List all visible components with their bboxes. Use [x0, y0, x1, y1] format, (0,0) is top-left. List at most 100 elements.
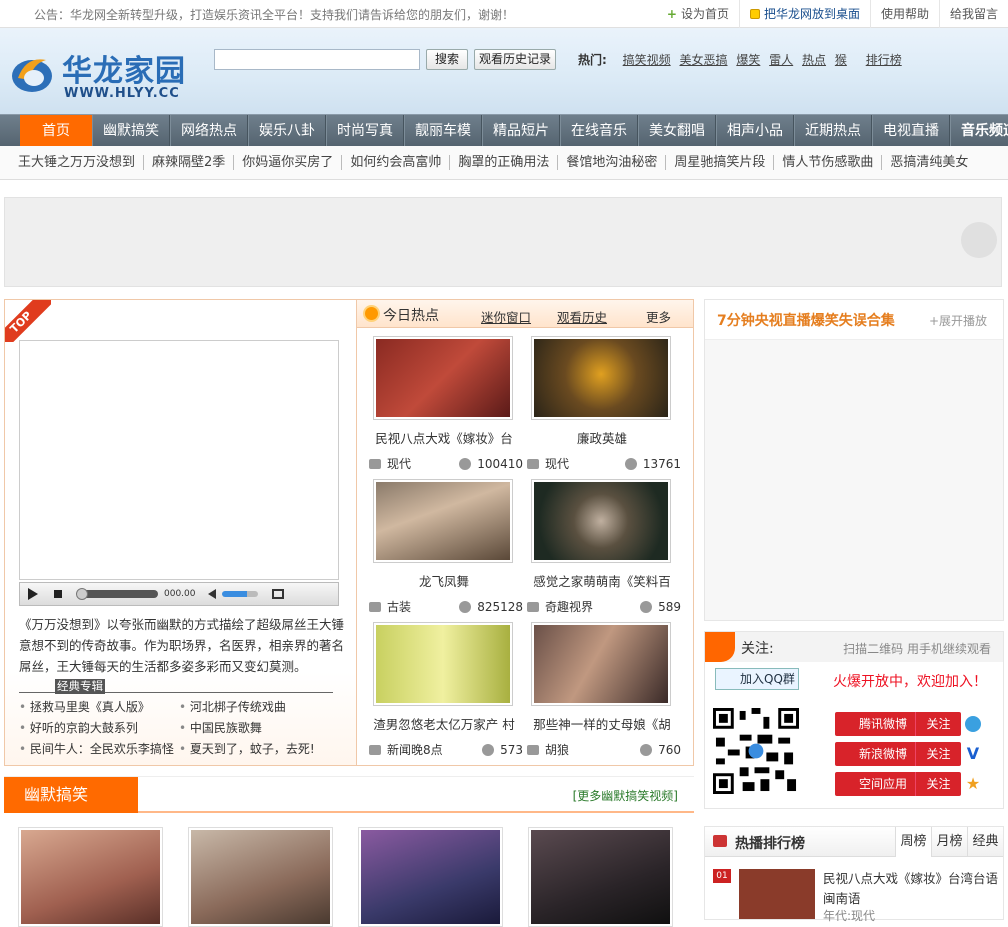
subnav-item[interactable]: 恶搞清纯美女 — [882, 155, 976, 170]
tab-week[interactable]: 周榜 — [895, 827, 931, 857]
video-thumbnail[interactable] — [531, 479, 671, 563]
hot-link[interactable]: 热点 — [802, 53, 826, 67]
help-link[interactable]: 使用帮助 — [869, 0, 939, 28]
v-badge-icon: V — [966, 744, 980, 763]
subnav-item[interactable]: 王大锤之万万没想到 — [10, 155, 145, 170]
category-icon — [527, 744, 539, 755]
subnav-item[interactable]: 麻辣隔壁2季 — [144, 155, 235, 170]
volume-slider[interactable] — [221, 591, 258, 597]
search-button[interactable]: 搜索 — [426, 49, 469, 70]
ranking-thumbnail[interactable] — [739, 869, 815, 919]
humor-thumbnail[interactable] — [188, 827, 333, 927]
hot-link[interactable]: 雷人 — [769, 53, 793, 67]
nav-item-music[interactable]: 音乐频道 — [950, 115, 1008, 147]
nav-item[interactable]: 精品短片 — [482, 115, 560, 147]
ranking-link[interactable]: 排行榜 — [866, 53, 902, 67]
player-panel: TOP 000.00 《万万没想到》以夸张而幽默的方式描绘了超级屌丝王大锤意想不… — [4, 299, 357, 766]
video-thumbnail[interactable] — [373, 479, 513, 563]
progress-knob[interactable] — [76, 588, 88, 600]
nav-item[interactable]: 近期热点 — [794, 115, 872, 147]
album-item[interactable]: 夏天到了，蚊子，去死! — [179, 740, 339, 759]
nav-item[interactable]: 在线音乐 — [560, 115, 638, 147]
message-link[interactable]: 给我留言 — [938, 0, 1008, 28]
video-title[interactable]: 廉政英雄 — [527, 428, 677, 447]
video-screen[interactable] — [19, 340, 339, 580]
humor-thumbnail[interactable] — [528, 827, 673, 927]
humor-thumbnail[interactable] — [358, 827, 503, 927]
nav-item[interactable]: 电视直播 — [872, 115, 950, 147]
set-home-link[interactable]: + 设为首页 — [657, 0, 739, 28]
featured-title[interactable]: 7分钟央视直播爆笑失误合集 — [717, 310, 895, 330]
more-humor-link[interactable]: [更多幽默搞笑视频] — [573, 787, 678, 804]
watch-history-link[interactable]: 观看历史 — [557, 307, 607, 326]
album-item[interactable]: 民间牛人：全民欢乐李搞怪 — [19, 740, 179, 759]
ranking-item-title[interactable]: 民视八点大戏《嫁妆》台湾台语闽南语 — [823, 869, 999, 909]
tencent-weibo-follow-button[interactable]: 腾讯微博 关注 — [835, 712, 961, 736]
album-item[interactable]: 中国民族歌舞 — [179, 719, 339, 738]
tab-classic[interactable]: 经典 — [967, 827, 1003, 857]
qzone-follow-button[interactable]: 空间应用 关注 — [835, 772, 961, 796]
ad-banner[interactable] — [4, 197, 1002, 287]
video-title[interactable]: 民视八点大戏《嫁妆》台 — [369, 428, 519, 447]
hot-link[interactable]: 搞笑视频 — [623, 53, 671, 67]
video-title[interactable]: 感觉之家萌萌南《笑料百 — [527, 571, 677, 590]
album-item[interactable]: 好听的京韵大鼓系列 — [19, 719, 179, 738]
add-desktop-label[interactable]: 把华龙网放到桌面 — [764, 7, 860, 21]
tab-month[interactable]: 月榜 — [931, 827, 967, 857]
subnav-item[interactable]: 周星驰搞笑片段 — [666, 155, 775, 170]
video-card[interactable]: 民视八点大戏《嫁妆》台 现代 100410 — [369, 336, 527, 471]
category-icon — [527, 601, 539, 612]
album-item[interactable]: 拯救马里奥《真人版》 — [19, 698, 179, 717]
hot-link[interactable]: 爆笑 — [736, 53, 760, 67]
volume-icon[interactable] — [207, 589, 216, 599]
site-logo[interactable]: 华龙家园 WWW.HLYY.CC — [8, 46, 188, 106]
featured-header: 7分钟央视直播爆笑失误合集 +展开播放 — [705, 300, 1003, 340]
video-thumbnail[interactable] — [531, 336, 671, 420]
search-input[interactable] — [214, 49, 420, 70]
nav-item[interactable]: 网络热点 — [170, 115, 248, 147]
subnav-item[interactable]: 如何约会高富帅 — [342, 155, 451, 170]
subnav-item[interactable]: 你妈逼你买房了 — [234, 155, 343, 170]
nav-item[interactable]: 时尚写真 — [326, 115, 404, 147]
hot-link[interactable]: 猴 — [835, 53, 847, 67]
more-link[interactable]: 更多 — [646, 307, 671, 326]
nav-item[interactable]: 美女翻唱 — [638, 115, 716, 147]
nav-item[interactable]: 娱乐八卦 — [248, 115, 326, 147]
join-qq-group-button[interactable]: 加入QQ群 — [715, 668, 799, 690]
subnav-item[interactable]: 餐馆地沟油秘密 — [558, 155, 667, 170]
fullscreen-icon[interactable] — [271, 589, 284, 599]
add-desktop-link[interactable]: 把华龙网放到桌面 — [738, 0, 870, 28]
video-title[interactable]: 龙飞凤舞 — [369, 571, 519, 590]
video-thumbnail[interactable] — [531, 622, 671, 706]
subnav-item[interactable]: 胸罩的正确用法 — [450, 155, 559, 170]
top-ribbon: TOP — [5, 300, 51, 342]
video-thumbnail[interactable] — [373, 336, 513, 420]
album-item[interactable]: 河北梆子传统戏曲 — [179, 698, 339, 717]
video-card[interactable]: 廉政英雄 现代 13761 — [527, 336, 685, 471]
stop-icon[interactable] — [54, 590, 62, 598]
nav-item[interactable]: 相声小品 — [716, 115, 794, 147]
nav-item-home[interactable]: 首页 — [20, 115, 92, 147]
set-home-label[interactable]: 设为首页 — [681, 7, 729, 21]
subnav-item[interactable]: 情人节伤感歌曲 — [774, 155, 883, 170]
video-card[interactable]: 渣男忽悠老太亿万家产 村 新闻晚8点 573 — [369, 622, 527, 757]
video-card[interactable]: 那些神一样的丈母娘《胡 胡狼 760 — [527, 622, 685, 757]
tencent-weibo-row: 腾讯微博 关注 — [835, 712, 997, 736]
category-label: 奇趣视界 — [545, 600, 594, 614]
humor-thumbnail[interactable] — [18, 827, 163, 927]
video-thumbnail[interactable] — [373, 622, 513, 706]
history-button[interactable]: 观看历史记录 — [474, 49, 557, 70]
mini-window-link[interactable]: 迷你窗口 — [481, 307, 531, 326]
expand-play-link[interactable]: +展开播放 — [929, 312, 987, 329]
play-icon[interactable] — [28, 588, 38, 600]
video-card[interactable]: 龙飞凤舞 古装 825128 — [369, 479, 527, 614]
category-label: 现代 — [545, 457, 570, 471]
nav-item[interactable]: 幽默搞笑 — [92, 115, 170, 147]
video-card[interactable]: 感觉之家萌萌南《笑料百 奇趣视界 589 — [527, 479, 685, 614]
video-title[interactable]: 那些神一样的丈母娘《胡 — [527, 714, 677, 733]
progress-slider[interactable] — [76, 588, 158, 600]
nav-item[interactable]: 靓丽车模 — [404, 115, 482, 147]
video-title[interactable]: 渣男忽悠老太亿万家产 村 — [369, 714, 519, 733]
hot-link[interactable]: 美女恶搞 — [679, 53, 727, 67]
sina-weibo-follow-button[interactable]: 新浪微博 关注 — [835, 742, 961, 766]
